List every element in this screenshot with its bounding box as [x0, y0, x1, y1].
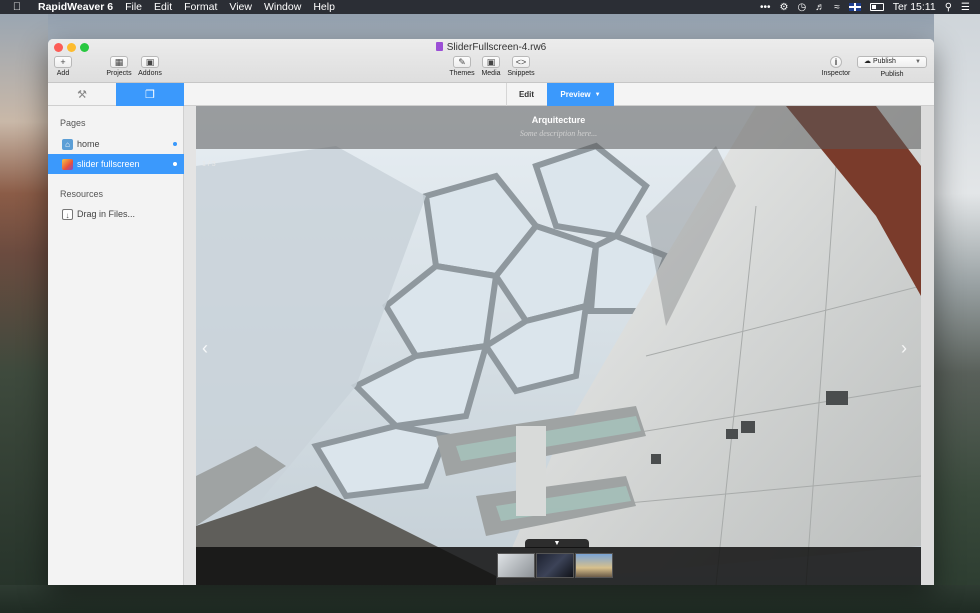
slide-caption: Arquitecture Some description here...	[196, 106, 921, 149]
desktop-background-bottom	[0, 585, 980, 613]
unpublished-dot-icon	[173, 162, 177, 166]
apple-icon[interactable]: 	[10, 1, 24, 13]
publish-label: Publish	[880, 71, 904, 78]
toolbar: SliderFullscreen-4.rw6 + Add ▦ Projects …	[48, 39, 934, 83]
thumbnail-2[interactable]	[536, 553, 574, 578]
menu-clock[interactable]: Ter 15:11	[893, 1, 936, 13]
publish-button[interactable]: ☁ Publish ▼	[857, 56, 927, 68]
themes-label: Themes	[449, 70, 475, 77]
battery-icon[interactable]	[869, 3, 884, 11]
menu-window[interactable]: Window	[264, 1, 301, 13]
inspector-label: Inspector	[821, 70, 851, 77]
wifi-icon[interactable]: ≈	[834, 2, 840, 13]
architecture-photo	[196, 106, 921, 585]
tab-tools[interactable]: ⚒	[48, 83, 116, 106]
sidebar-item-slider-fullscreen[interactable]: slider fullscreen	[48, 154, 184, 174]
resources-heading: Resources	[60, 189, 104, 199]
home-page-icon: ⌂	[62, 138, 73, 150]
pages-heading: Pages	[60, 118, 86, 128]
addons-button[interactable]: ▣ Addons	[137, 56, 163, 77]
window-title: SliderFullscreen-4.rw6	[48, 42, 934, 53]
media-icon: ▣	[482, 56, 500, 68]
input-source-flag-icon[interactable]	[848, 3, 861, 11]
unpublished-dot-icon	[173, 142, 177, 146]
tab-pages[interactable]: ❐	[116, 83, 184, 106]
snippets-icon: <>	[512, 56, 530, 68]
menu-bar:  RapidWeaver 6 File Edit Format View Wi…	[0, 0, 980, 14]
edit-mode-button[interactable]: Edit	[506, 83, 546, 106]
projects-button[interactable]: ▦ Projects	[105, 56, 133, 77]
sidebar-item-home[interactable]: ⌂ home	[48, 134, 184, 154]
fullscreen-slider-preview[interactable]: Arquitecture Some description here... 1 …	[196, 106, 921, 585]
inspector-button[interactable]: i Inspector	[819, 56, 853, 77]
desktop-background-left	[0, 14, 48, 613]
desktop-background-right	[934, 14, 980, 613]
next-slide-arrow-icon[interactable]: ›	[901, 338, 907, 359]
drag-in-files-label: Drag in Files...	[77, 209, 136, 219]
slide-description: Some description here...	[519, 129, 598, 138]
add-button[interactable]: + Add	[53, 56, 73, 77]
spotlight-search-icon[interactable]: ⚲	[945, 2, 952, 13]
menu-edit[interactable]: Edit	[154, 1, 172, 13]
menu-help[interactable]: Help	[313, 1, 335, 13]
preview-label: Preview	[560, 90, 591, 99]
network-icon[interactable]: ⚙	[780, 2, 789, 13]
media-button[interactable]: ▣ Media	[479, 56, 503, 77]
publish-button-label: Publish	[872, 58, 896, 65]
add-icon: +	[54, 56, 72, 68]
previous-slide-arrow-icon[interactable]: ‹	[202, 338, 208, 359]
more-icon[interactable]: •••	[760, 2, 771, 13]
mode-bar: Edit Preview ▼	[184, 83, 934, 106]
addons-label: Addons	[138, 70, 162, 77]
thumbnail-1[interactable]	[497, 553, 535, 578]
snippets-label: Snippets	[507, 70, 535, 77]
chevron-down-icon: ▼	[594, 91, 601, 98]
slide-title: Arquitecture	[531, 115, 586, 125]
app-window: SliderFullscreen-4.rw6 + Add ▦ Projects …	[48, 39, 934, 585]
menu-format[interactable]: Format	[184, 1, 217, 13]
addons-icon: ▣	[141, 56, 159, 68]
pages-icon: ❐	[145, 89, 155, 101]
sidebar-item-label: slider fullscreen	[77, 159, 140, 169]
thumbnail-toggle-caret-icon[interactable]: ▼	[525, 539, 589, 548]
window-title-text: SliderFullscreen-4.rw6	[446, 42, 547, 53]
menu-view[interactable]: View	[229, 1, 252, 13]
snippets-button[interactable]: <> Snippets	[506, 56, 536, 77]
themes-button[interactable]: ✎ Themes	[448, 56, 476, 77]
projects-icon: ▦	[110, 56, 128, 68]
sidebar-item-label: home	[77, 139, 100, 149]
wrench-icon: ⚒	[77, 89, 87, 101]
media-label: Media	[481, 70, 501, 77]
document-icon	[435, 42, 443, 51]
download-icon: ↓	[62, 208, 73, 220]
add-label: Add	[56, 70, 70, 77]
slider-page-icon	[62, 158, 73, 170]
cloud-icon: ☁	[864, 58, 873, 65]
sidebar-tabs: ⚒ ❐	[48, 83, 184, 106]
sidebar: ⚒ ❐ Pages ⌂ home slider fullscreen Resou…	[48, 83, 184, 585]
inspector-icon: i	[830, 56, 842, 68]
menu-app-name[interactable]: RapidWeaver 6	[38, 1, 113, 13]
themes-icon: ✎	[453, 56, 471, 68]
projects-label: Projects	[106, 70, 132, 77]
preview-mode-button[interactable]: Preview ▼	[547, 83, 614, 106]
drag-in-files-item[interactable]: ↓ Drag in Files...	[48, 204, 184, 224]
volume-icon[interactable]: ♬	[815, 2, 825, 13]
content-area: Edit Preview ▼ Arquitecture Some descrip…	[184, 83, 934, 585]
slide-counter: 1 / 3	[202, 161, 216, 168]
notification-center-icon[interactable]: ☰	[961, 2, 970, 13]
menu-file[interactable]: File	[125, 1, 142, 13]
time-machine-icon[interactable]: ◷	[797, 2, 806, 13]
chevron-down-icon[interactable]: ▼	[915, 57, 921, 67]
vertical-scrollbar[interactable]	[921, 106, 934, 585]
thumbnail-3[interactable]	[575, 553, 613, 578]
